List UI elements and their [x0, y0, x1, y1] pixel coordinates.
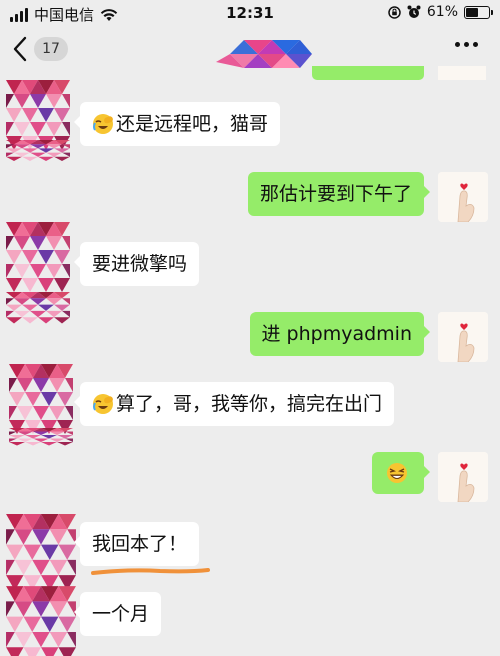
message-text: 算了，哥，我等你，搞完在出门	[116, 393, 383, 415]
contact-avatar-mosaic[interactable]	[6, 514, 76, 656]
finger-heart-avatar-icon	[438, 172, 488, 222]
message-bubble-outgoing[interactable]	[372, 452, 430, 494]
back-button[interactable]: 17	[12, 36, 68, 62]
self-avatar[interactable]	[438, 172, 488, 222]
message-bubble-incoming[interactable]: 算了，哥，我等你，搞完在出门	[73, 382, 395, 426]
battery-icon	[464, 5, 493, 19]
more-options-button[interactable]	[455, 42, 478, 47]
status-right: 61%	[388, 4, 493, 20]
self-avatar[interactable]	[438, 452, 488, 502]
alarm-icon	[407, 5, 421, 18]
message-bubble-incoming[interactable]: 一个月	[73, 592, 162, 636]
contact-avatar-mosaic[interactable]	[6, 80, 70, 162]
finger-heart-avatar-icon	[438, 312, 488, 362]
message-bubble-outgoing[interactable]: 那估计要到下午了	[247, 172, 431, 216]
highlight-underline-mark	[91, 568, 210, 575]
message-bubble-incoming[interactable]: 还是远程吧，猫哥	[73, 102, 281, 146]
finger-heart-avatar-icon	[438, 452, 488, 502]
message-bubble-incoming[interactable]: 我回本了！	[73, 522, 200, 566]
chat-header: 17	[0, 28, 500, 76]
message-text: 进 phpmyadmin	[261, 323, 413, 345]
message-text: 要进微擎吗	[92, 253, 188, 275]
message-bubble-outgoing[interactable]: 进 phpmyadmin	[249, 312, 430, 356]
message-text: 还是远程吧，猫哥	[116, 113, 269, 135]
message-text: 一个月	[92, 603, 150, 625]
chevron-left-icon	[13, 36, 27, 62]
previous-outgoing-bubble-fragment	[312, 66, 424, 80]
facepalm-laugh-emoji	[93, 114, 113, 134]
battery-percent: 61%	[426, 4, 458, 20]
facepalm-laugh-emoji	[93, 394, 113, 414]
message-text: 我回本了！	[92, 533, 188, 555]
message-text: 那估计要到下午了	[259, 183, 412, 205]
grin-emoji	[387, 463, 407, 483]
contact-name-redacted-mosaic[interactable]	[216, 32, 312, 72]
status-bar: 中国电信 12:31 61%	[0, 0, 500, 28]
orientation-lock-icon	[388, 5, 401, 19]
message-bubble-incoming[interactable]: 要进微擎吗	[73, 242, 200, 286]
contact-avatar-mosaic[interactable]	[6, 222, 70, 324]
contact-avatar-mosaic[interactable]	[6, 364, 76, 446]
unread-count-badge: 17	[34, 37, 68, 61]
previous-self-avatar-fragment	[438, 66, 486, 80]
self-avatar[interactable]	[438, 312, 488, 362]
